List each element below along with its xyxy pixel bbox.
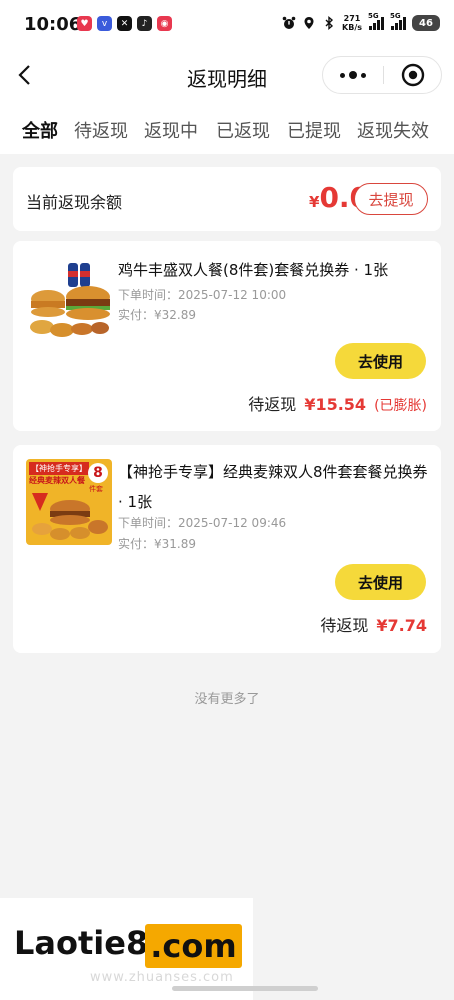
close-miniprogram-button[interactable] xyxy=(384,57,442,93)
miniprogram-capsule xyxy=(322,56,442,94)
balance-card: 当前返现余额 ¥0.0 去提现 xyxy=(13,167,441,231)
burger-meal-image xyxy=(26,257,112,343)
tab-withdrawn[interactable]: 已提现 xyxy=(287,117,341,143)
cashback-amount: ¥15.54 xyxy=(304,395,367,414)
status-time: 10:06 xyxy=(24,14,82,35)
tab-cashback-done[interactable]: 已返现 xyxy=(216,117,270,143)
site-watermark: Laotie8 .com www.zhuanses.com xyxy=(0,898,253,1000)
capcut-icon: ✕ xyxy=(117,16,132,31)
tab-cashback-in-progress[interactable]: 返现中 xyxy=(144,117,198,143)
cashback-amount: ¥7.74 xyxy=(376,616,427,635)
end-of-list-text: 没有更多了 xyxy=(194,692,260,707)
dark-app-icon: ♪ xyxy=(137,16,152,31)
product-name: 【神抢手专享】经典麦辣双人8件套套餐兑换券 · 1张 xyxy=(118,463,428,511)
product-name: 鸡牛丰盛双人餐(8件套)套餐兑换券 · 1张 xyxy=(118,261,389,279)
watermark-domain-badge: .com xyxy=(145,924,242,968)
tab-pending-cashback[interactable]: 待返现 xyxy=(74,117,128,143)
redapp-icon: ♥ xyxy=(77,16,92,31)
product-image[interactable]: 【神抢手专享】 经典麦辣双人餐 8 件套 xyxy=(26,459,112,545)
alarm-icon xyxy=(282,16,296,29)
battery-icon: 46 xyxy=(412,15,440,31)
signal-2-icon: 5G xyxy=(390,12,406,30)
signal-2-label: 5G xyxy=(390,12,401,20)
signal-1-label: 5G xyxy=(368,12,379,20)
more-dot-icon xyxy=(361,72,366,78)
use-coupon-button[interactable]: 去使用 xyxy=(335,564,426,600)
cashback-row: 待返现 ¥7.74 xyxy=(320,612,427,636)
bluetooth-icon xyxy=(325,16,334,30)
status-indicators: 271 KB/s 5G 5G 46 xyxy=(282,12,440,32)
withdraw-button[interactable]: 去提现 xyxy=(354,183,428,215)
balance-currency: ¥ xyxy=(309,193,320,211)
more-dot-icon xyxy=(340,72,345,78)
cashback-label: 待返现 xyxy=(248,395,297,414)
watermark-url: www.zhuanses.com xyxy=(90,970,234,985)
cashback-boosted-note: (已膨胀) xyxy=(374,398,427,414)
network-speed-value: 271 xyxy=(343,14,361,23)
home-indicator[interactable] xyxy=(172,986,318,991)
location-icon xyxy=(304,17,314,29)
camera-app-icon: ◉ xyxy=(157,16,172,31)
status-bar: 10:06 ♥ v ✕ ♪ ◉ 271 KB/s 5G 5G 46 xyxy=(0,0,454,50)
nav-bar: 返现明细 xyxy=(0,50,454,102)
order-paid: 实付：¥31.89 xyxy=(118,537,196,551)
tab-all[interactable]: 全部 xyxy=(22,117,58,143)
more-dot-icon xyxy=(349,71,357,79)
status-app-icons: ♥ v ✕ ♪ ◉ xyxy=(77,16,172,31)
watermark-logo: Laotie8 xyxy=(14,924,149,962)
vivo-icon: v xyxy=(97,16,112,31)
more-button[interactable] xyxy=(323,57,383,93)
signal-1-icon: 5G xyxy=(368,12,384,30)
order-card: 鸡牛丰盛双人餐(8件套)套餐兑换券 · 1张 下单时间：2025-07-12 1… xyxy=(13,241,441,431)
network-speed-unit: KB/s xyxy=(342,23,362,32)
tab-cashback-expired[interactable]: 返现失效 xyxy=(357,117,429,143)
order-paid: 实付：¥32.89 xyxy=(118,308,196,322)
use-coupon-button[interactable]: 去使用 xyxy=(335,343,426,379)
cashback-row: 待返现 ¥15.54 (已膨胀) xyxy=(248,391,427,415)
order-time: 下单时间：2025-07-12 10:00 xyxy=(118,288,287,302)
balance-label: 当前返现余额 xyxy=(26,193,123,212)
network-speed: 271 KB/s xyxy=(342,14,362,32)
burger-meal-image xyxy=(32,493,108,540)
product-image[interactable] xyxy=(26,257,112,343)
filter-tabs: 全部 待返现 返现中 已返现 已提现 返现失效 xyxy=(0,102,454,154)
target-close-icon xyxy=(401,63,425,87)
order-card: 【神抢手专享】 经典麦辣双人餐 8 件套 【神抢手专享】经典麦辣双人8件套套餐兑… xyxy=(13,445,441,653)
order-time: 下单时间：2025-07-12 09:46 xyxy=(118,516,287,530)
cashback-label: 待返现 xyxy=(320,616,369,635)
